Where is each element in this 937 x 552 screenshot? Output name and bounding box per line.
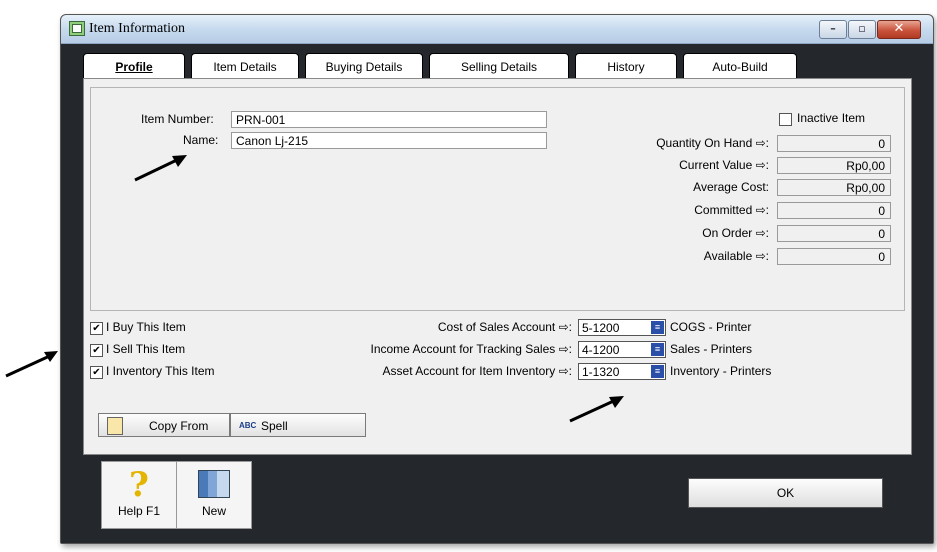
ok-button[interactable]: OK [688, 478, 883, 508]
tab-buying-details[interactable]: Buying Details [305, 53, 423, 80]
help-button[interactable]: ? Help F1 [101, 461, 177, 529]
copy-icon [107, 417, 123, 435]
copy-from-button[interactable]: Copy From [98, 413, 230, 437]
committed-value: 0 [777, 202, 891, 219]
spell-button[interactable]: ABC Spell [230, 413, 366, 437]
stat-label-available: Available ⇨: [703, 249, 769, 263]
buy-item-label: I Buy This Item [106, 320, 186, 334]
close-button[interactable]: ✕ [877, 20, 921, 39]
profile-details-group: Item Number: PRN-001 Name: Canon Lj-215 … [90, 87, 905, 311]
cost-of-sales-account-code: 5-1200 [582, 321, 620, 335]
stat-label-quantity-on-hand: Quantity On Hand ⇨: [656, 136, 769, 150]
new-label: New [201, 504, 226, 518]
average-cost-value: Rp0,00 [777, 179, 891, 196]
cost-of-sales-account-label: Cost of Sales Account ⇨: [437, 320, 572, 334]
close-icon: ✕ [893, 21, 905, 36]
annotation-arrow-account [569, 396, 624, 423]
profile-panel: Item Number: PRN-001 Name: Canon Lj-215 … [83, 78, 912, 455]
tab-history[interactable]: History [575, 53, 677, 80]
minimize-button[interactable]: – [819, 20, 847, 39]
list-lookup-icon[interactable]: ≡ [651, 343, 664, 356]
buy-item-checkbox[interactable]: ✔ [90, 322, 103, 335]
window-app-icon [69, 21, 85, 36]
new-item-icon [198, 470, 230, 498]
stat-label-current-value: Current Value ⇨: [679, 158, 769, 172]
minimize-icon: – [830, 22, 836, 35]
stat-label-on-order: On Order ⇨: [702, 226, 769, 240]
tab-profile[interactable]: Profile [83, 53, 185, 80]
maximize-icon: ▫ [858, 22, 866, 35]
spell-check-icon: ABC [239, 421, 257, 430]
income-account-label: Income Account for Tracking Sales ⇨: [370, 342, 573, 356]
tab-item-details[interactable]: Item Details [191, 53, 299, 80]
item-number-field[interactable]: PRN-001 [231, 111, 547, 128]
available-value: 0 [777, 248, 891, 265]
inventory-item-checkbox[interactable]: ✔ [90, 366, 103, 379]
inactive-item-label: Inactive Item [797, 111, 866, 125]
annotation-arrow-left [5, 351, 58, 378]
help-label: Help F1 [117, 504, 161, 518]
asset-account-field[interactable]: 1-1320 ≡ [578, 363, 666, 380]
income-account-name: Sales - Printers [670, 342, 753, 356]
stat-label-average-cost: Average Cost: [693, 180, 769, 194]
asset-account-code: 1-1320 [582, 365, 620, 379]
item-information-window: Item Information – ▫ ✕ Profile Item Deta… [60, 14, 934, 544]
stat-label-committed: Committed ⇨: [694, 203, 769, 217]
sell-item-label: I Sell This Item [106, 342, 186, 356]
help-icon: ? [129, 465, 149, 505]
quantity-on-hand-value: 0 [777, 135, 891, 152]
list-lookup-icon[interactable]: ≡ [651, 365, 664, 378]
annotation-arrow-name [134, 155, 187, 182]
on-order-value: 0 [777, 225, 891, 242]
new-button[interactable]: New [176, 461, 252, 529]
name-field[interactable]: Canon Lj-215 [231, 132, 547, 149]
window-title: Item Information [89, 21, 186, 36]
copy-from-label: Copy From [149, 419, 209, 433]
inventory-item-label: I Inventory This Item [106, 364, 215, 378]
item-number-label: Item Number: [141, 112, 214, 126]
cost-of-sales-account-field[interactable]: 5-1200 ≡ [578, 319, 666, 336]
inactive-item-checkbox[interactable] [779, 113, 792, 126]
tab-auto-build[interactable]: Auto-Build [683, 53, 797, 80]
maximize-button[interactable]: ▫ [848, 20, 876, 39]
cost-of-sales-account-name: COGS - Printer [670, 320, 752, 334]
name-label: Name: [183, 133, 219, 147]
asset-account-label: Asset Account for Item Inventory ⇨: [382, 364, 572, 378]
sell-item-checkbox[interactable]: ✔ [90, 344, 103, 357]
asset-account-name: Inventory - Printers [670, 364, 772, 378]
spell-label: Spell [261, 419, 288, 433]
tab-selling-details[interactable]: Selling Details [429, 53, 569, 80]
list-lookup-icon[interactable]: ≡ [651, 321, 664, 334]
income-account-code: 4-1200 [582, 343, 620, 357]
income-account-field[interactable]: 4-1200 ≡ [578, 341, 666, 358]
title-bar: Item Information – ▫ ✕ [61, 15, 933, 44]
current-value-value: Rp0,00 [777, 157, 891, 174]
